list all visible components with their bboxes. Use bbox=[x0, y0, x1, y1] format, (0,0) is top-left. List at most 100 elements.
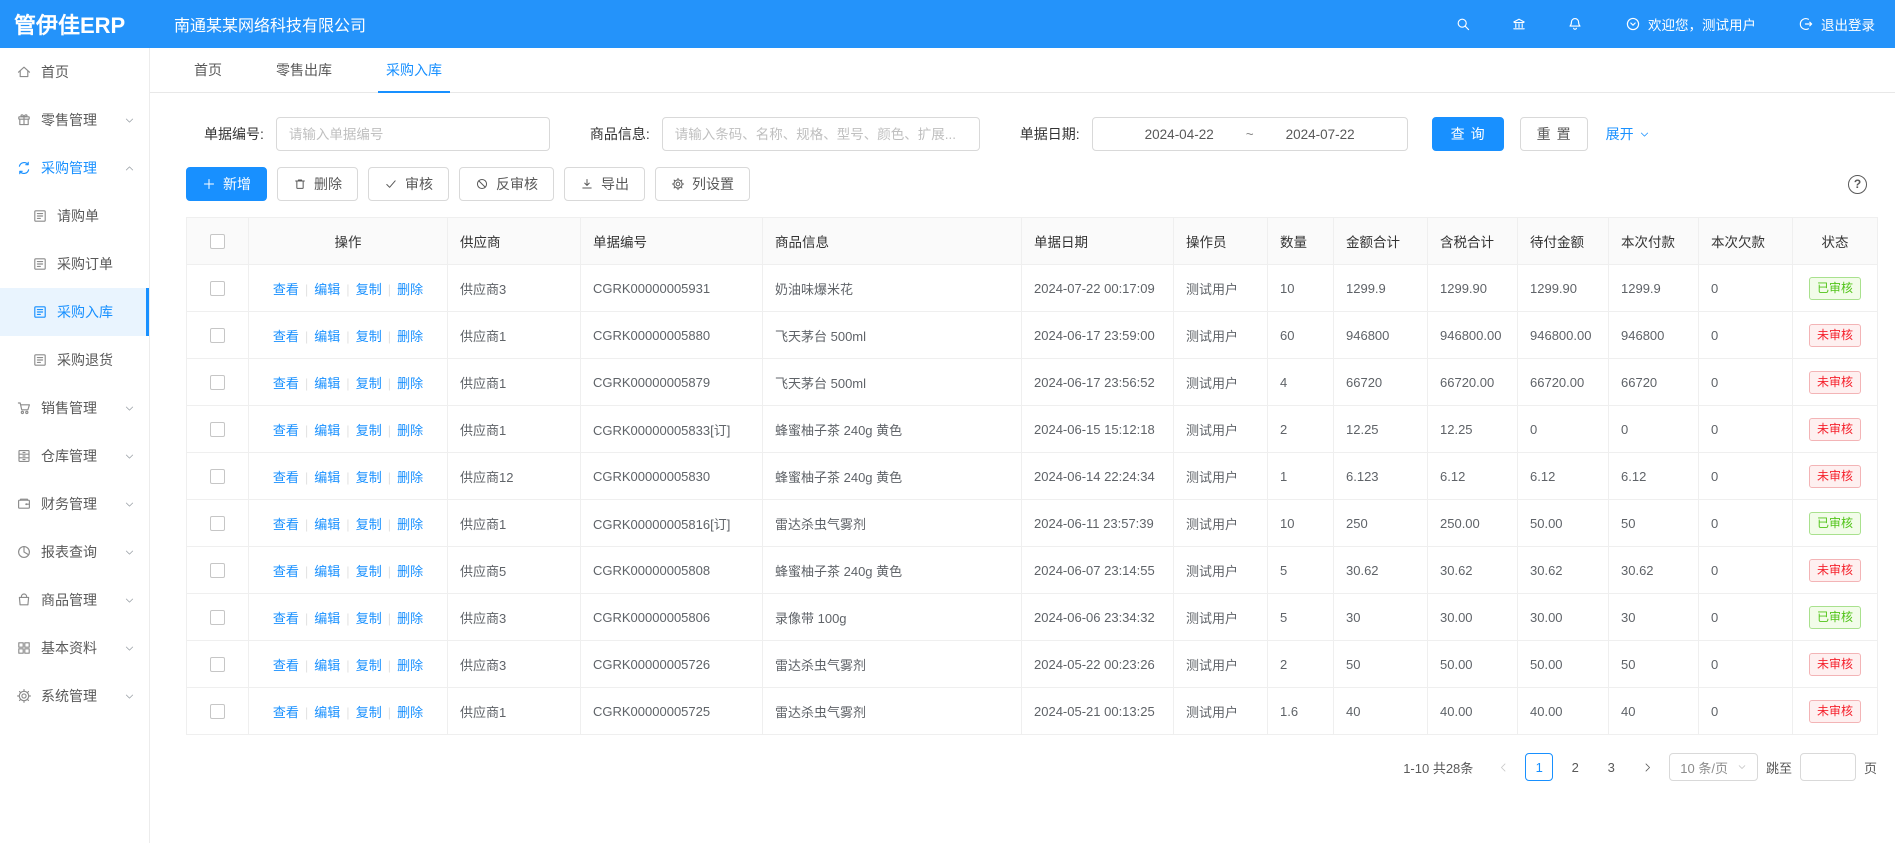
sidebar-item-purchase-return[interactable]: 采购退货 bbox=[0, 336, 149, 384]
tab-retail-outbound[interactable]: 零售出库 bbox=[260, 48, 348, 92]
page-button-2[interactable]: 2 bbox=[1561, 753, 1589, 781]
tab-home[interactable]: 首页 bbox=[178, 48, 238, 92]
column-settings-button[interactable]: 列设置 bbox=[655, 167, 750, 201]
topbar-actions: 欢迎您，测试用户 退出登录 bbox=[1415, 14, 1895, 34]
audit-button[interactable]: 审核 bbox=[368, 167, 449, 201]
select-all-checkbox[interactable] bbox=[210, 234, 225, 249]
edit-link[interactable]: 编辑 bbox=[314, 517, 340, 532]
delete-link[interactable]: 删除 bbox=[397, 705, 423, 720]
page-button-3[interactable]: 3 bbox=[1597, 753, 1625, 781]
delete-link[interactable]: 删除 bbox=[397, 282, 423, 297]
cell-amount: 946800 bbox=[1334, 312, 1428, 359]
row-checkbox[interactable] bbox=[210, 516, 225, 531]
view-link[interactable]: 查看 bbox=[273, 564, 299, 579]
edit-link[interactable]: 编辑 bbox=[314, 658, 340, 673]
bank-icon[interactable] bbox=[1511, 16, 1527, 32]
sidebar-item-goods-mgmt[interactable]: 商品管理 bbox=[0, 576, 149, 624]
view-link[interactable]: 查看 bbox=[273, 517, 299, 532]
delete-link[interactable]: 删除 bbox=[397, 658, 423, 673]
copy-link[interactable]: 复制 bbox=[356, 329, 382, 344]
search-icon[interactable] bbox=[1455, 16, 1471, 32]
expand-toggle[interactable]: 展开 bbox=[1606, 124, 1650, 144]
edit-link[interactable]: 编辑 bbox=[314, 611, 340, 626]
row-checkbox[interactable] bbox=[210, 375, 225, 390]
cell-qty: 10 bbox=[1268, 265, 1334, 312]
add-button[interactable]: 新增 bbox=[186, 167, 267, 201]
user-menu[interactable]: 欢迎您，测试用户 bbox=[1625, 14, 1756, 34]
view-link[interactable]: 查看 bbox=[273, 329, 299, 344]
row-checkbox[interactable] bbox=[210, 328, 225, 343]
copy-link[interactable]: 复制 bbox=[356, 423, 382, 438]
bell-icon[interactable] bbox=[1567, 16, 1583, 32]
copy-link[interactable]: 复制 bbox=[356, 517, 382, 532]
sidebar-item-purchase-request[interactable]: 请购单 bbox=[0, 192, 149, 240]
prev-page-button[interactable] bbox=[1489, 753, 1517, 781]
sidebar-item-finance-mgmt[interactable]: 财务管理 bbox=[0, 480, 149, 528]
view-link[interactable]: 查看 bbox=[273, 423, 299, 438]
copy-link[interactable]: 复制 bbox=[356, 282, 382, 297]
export-button[interactable]: 导出 bbox=[564, 167, 645, 201]
copy-link[interactable]: 复制 bbox=[356, 705, 382, 720]
edit-link[interactable]: 编辑 bbox=[314, 282, 340, 297]
row-checkbox[interactable] bbox=[210, 657, 225, 672]
copy-link[interactable]: 复制 bbox=[356, 470, 382, 485]
sidebar-item-home[interactable]: 首页 bbox=[0, 48, 149, 96]
date-start[interactable]: 2024-04-22 bbox=[1145, 127, 1214, 142]
cell-actions: 查看|编辑|复制|删除 bbox=[249, 406, 448, 453]
sidebar-item-report-query[interactable]: 报表查询 bbox=[0, 528, 149, 576]
edit-link[interactable]: 编辑 bbox=[314, 705, 340, 720]
help-icon[interactable]: ? bbox=[1848, 175, 1867, 194]
view-link[interactable]: 查看 bbox=[273, 376, 299, 391]
sidebar-item-system-mgmt[interactable]: 系统管理 bbox=[0, 672, 149, 720]
edit-link[interactable]: 编辑 bbox=[314, 470, 340, 485]
date-range-picker[interactable]: 2024-04-22 ~ 2024-07-22 bbox=[1092, 117, 1408, 151]
next-page-button[interactable] bbox=[1633, 753, 1661, 781]
edit-link[interactable]: 编辑 bbox=[314, 564, 340, 579]
edit-link[interactable]: 编辑 bbox=[314, 329, 340, 344]
date-end[interactable]: 2024-07-22 bbox=[1286, 127, 1355, 142]
delete-link[interactable]: 删除 bbox=[397, 564, 423, 579]
page-size-select[interactable]: 10 条/页 bbox=[1669, 753, 1758, 781]
row-checkbox[interactable] bbox=[210, 563, 225, 578]
view-link[interactable]: 查看 bbox=[273, 470, 299, 485]
view-link[interactable]: 查看 bbox=[273, 611, 299, 626]
sidebar-item-purchase-order[interactable]: 采购订单 bbox=[0, 240, 149, 288]
status-badge: 未审核 bbox=[1809, 324, 1861, 347]
delete-link[interactable]: 删除 bbox=[397, 517, 423, 532]
sidebar-item-base-data[interactable]: 基本资料 bbox=[0, 624, 149, 672]
tab-purchase-inbound[interactable]: 采购入库 bbox=[370, 48, 458, 92]
doc-no-input[interactable] bbox=[276, 117, 550, 151]
delete-button[interactable]: 删除 bbox=[277, 167, 358, 201]
copy-link[interactable]: 复制 bbox=[356, 611, 382, 626]
sidebar-item-purchase-inbound[interactable]: 采购入库 bbox=[0, 288, 149, 336]
row-checkbox[interactable] bbox=[210, 610, 225, 625]
unaudit-button[interactable]: 反审核 bbox=[459, 167, 554, 201]
copy-link[interactable]: 复制 bbox=[356, 658, 382, 673]
row-checkbox[interactable] bbox=[210, 469, 225, 484]
row-checkbox[interactable] bbox=[210, 281, 225, 296]
view-link[interactable]: 查看 bbox=[273, 282, 299, 297]
sidebar-item-sales-mgmt[interactable]: 销售管理 bbox=[0, 384, 149, 432]
product-info-input[interactable] bbox=[662, 117, 980, 151]
delete-link[interactable]: 删除 bbox=[397, 470, 423, 485]
logout-button[interactable]: 退出登录 bbox=[1798, 14, 1875, 34]
edit-link[interactable]: 编辑 bbox=[314, 423, 340, 438]
page-button-1[interactable]: 1 bbox=[1525, 753, 1553, 781]
delete-link[interactable]: 删除 bbox=[397, 376, 423, 391]
row-checkbox[interactable] bbox=[210, 704, 225, 719]
delete-link[interactable]: 删除 bbox=[397, 611, 423, 626]
copy-link[interactable]: 复制 bbox=[356, 564, 382, 579]
sidebar-item-retail-mgmt[interactable]: 零售管理 bbox=[0, 96, 149, 144]
search-button[interactable]: 查询 bbox=[1432, 117, 1504, 151]
sidebar-item-purchase-mgmt[interactable]: 采购管理 bbox=[0, 144, 149, 192]
jump-page-input[interactable] bbox=[1800, 753, 1856, 781]
delete-link[interactable]: 删除 bbox=[397, 423, 423, 438]
sidebar-item-warehouse-mgmt[interactable]: 仓库管理 bbox=[0, 432, 149, 480]
view-link[interactable]: 查看 bbox=[273, 705, 299, 720]
row-checkbox[interactable] bbox=[210, 422, 225, 437]
reset-button[interactable]: 重置 bbox=[1520, 117, 1588, 151]
copy-link[interactable]: 复制 bbox=[356, 376, 382, 391]
delete-link[interactable]: 删除 bbox=[397, 329, 423, 344]
view-link[interactable]: 查看 bbox=[273, 658, 299, 673]
edit-link[interactable]: 编辑 bbox=[314, 376, 340, 391]
